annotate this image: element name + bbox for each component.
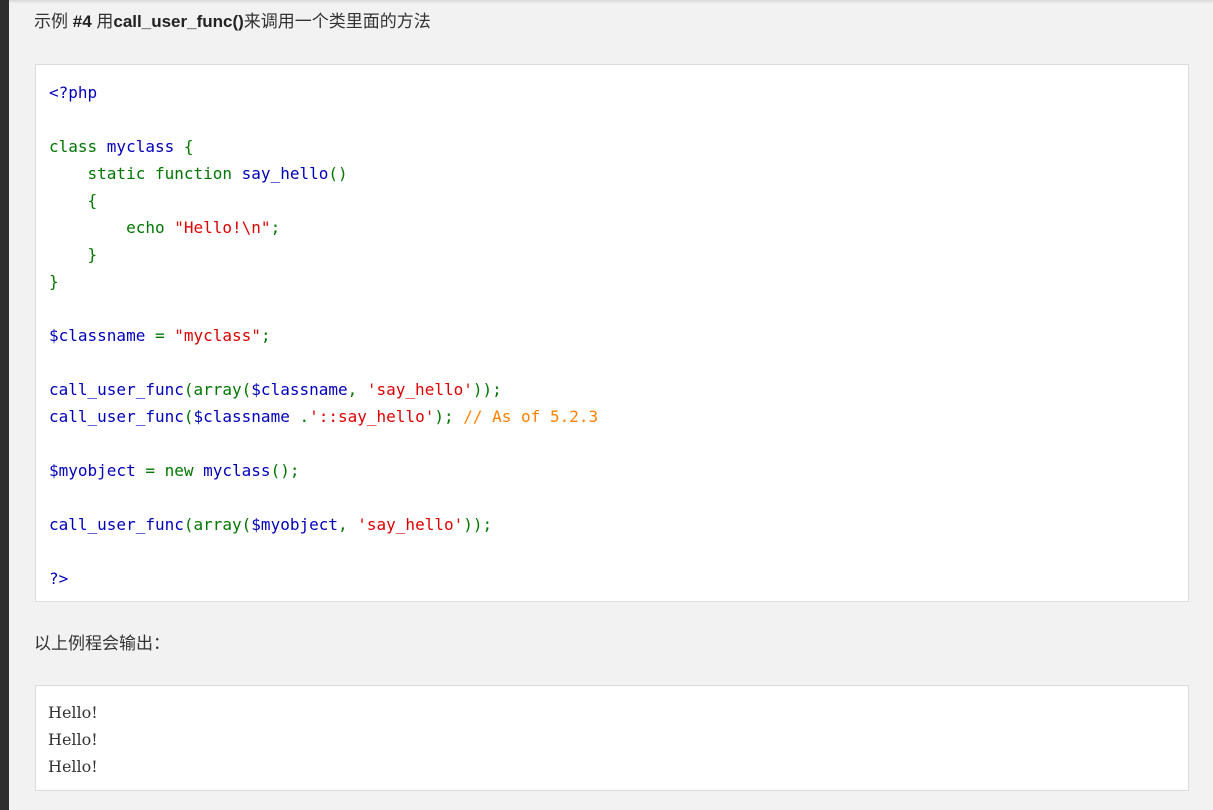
code-token-keyword: .: [299, 407, 310, 426]
output-line: Hello!: [48, 757, 98, 776]
code-token-default: say_hello: [241, 164, 329, 183]
code-token-default: $classname: [49, 326, 155, 345]
code-token-keyword: (: [183, 407, 194, 426]
code-token-keyword: ));: [472, 380, 502, 399]
code-block[interactable]: <?php class myclass { static function say…: [35, 64, 1189, 602]
code-token-keyword: echo: [49, 218, 175, 237]
code-token-default: myclass: [203, 461, 271, 480]
code-token-default: call_user_func: [49, 380, 184, 399]
code-token-keyword: }: [49, 245, 98, 264]
code-token-keyword: (array(: [183, 380, 252, 399]
example-suffix: 来调用一个类里面的方法: [243, 12, 431, 31]
left-edge-strip: [0, 0, 9, 810]
output-label: 以上例程会输出：: [34, 634, 170, 653]
code-line: call_user_func(array($classname, 'say_he…: [49, 376, 598, 403]
code-token-keyword: class: [49, 137, 107, 156]
code-token-default: call_user_func: [49, 407, 184, 426]
code-lines[interactable]: <?php class myclass { static function say…: [49, 79, 598, 592]
code-token-keyword: ,: [347, 380, 367, 399]
code-line: class myclass {: [49, 133, 598, 160]
output-lines[interactable]: Hello! Hello! Hello!: [48, 699, 98, 780]
code-token-keyword: (): [328, 164, 348, 183]
code-token-keyword: ));: [463, 515, 493, 534]
code-token-string: '::say_hello': [309, 407, 435, 426]
code-token-string: "Hello!\n": [174, 218, 271, 237]
code-line: echo "Hello!\n";: [49, 214, 598, 241]
code-token-default: $myobject: [49, 461, 146, 480]
code-token-keyword: );: [434, 407, 464, 426]
code-token-string: "myclass": [174, 326, 261, 345]
code-line: }: [49, 268, 598, 295]
code-token-keyword: ;: [270, 218, 281, 237]
code-line: static function say_hello(): [49, 160, 598, 187]
code-token-keyword: {: [183, 137, 194, 156]
code-token-default: <?php: [49, 83, 98, 102]
code-token-keyword: =: [154, 326, 175, 345]
code-token-keyword: static function: [49, 164, 242, 183]
code-line: call_user_func($classname .'::say_hello'…: [49, 403, 598, 430]
code-token-default: $classname: [193, 407, 300, 426]
code-token-string: 'say_hello': [366, 380, 473, 399]
code-token-keyword: ();: [270, 461, 300, 480]
output-line: Hello!: [48, 730, 98, 749]
example-middle: 用: [91, 12, 114, 31]
example-title: 示例 #4 用call_user_func()来调用一个类里面的方法: [34, 10, 431, 34]
code-token-string: 'say_hello': [357, 515, 464, 534]
code-token-default: call_user_func: [49, 515, 184, 534]
output-line: Hello!: [48, 703, 98, 722]
code-token-keyword: = new: [145, 461, 204, 480]
code-line: $myobject = new myclass();: [49, 457, 598, 484]
code-token-keyword: (array(: [183, 515, 252, 534]
example-function-name: call_user_func(): [113, 12, 244, 31]
code-token-keyword: ,: [338, 515, 358, 534]
example-number: #4: [72, 12, 92, 31]
code-token-default: myclass: [106, 137, 184, 156]
code-line: ?>: [49, 565, 598, 592]
code-token-default: $myobject: [251, 515, 338, 534]
code-token-default: ?>: [49, 569, 69, 588]
example-prefix: 示例: [34, 12, 73, 31]
code-line: }: [49, 241, 598, 268]
code-line: <?php: [49, 79, 598, 106]
output-block[interactable]: Hello! Hello! Hello!: [35, 685, 1189, 791]
code-line: $classname = "myclass";: [49, 322, 598, 349]
code-line: {: [49, 187, 598, 214]
top-shadow: [9, 0, 1213, 4]
code-line: call_user_func(array($myobject, 'say_hel…: [49, 511, 598, 538]
code-token-keyword: ;: [260, 326, 271, 345]
code-token-keyword: {: [49, 191, 98, 210]
code-token-comment: // As of 5.2.3: [463, 407, 599, 426]
code-token-default: $classname: [251, 380, 348, 399]
code-token-keyword: }: [49, 272, 59, 291]
